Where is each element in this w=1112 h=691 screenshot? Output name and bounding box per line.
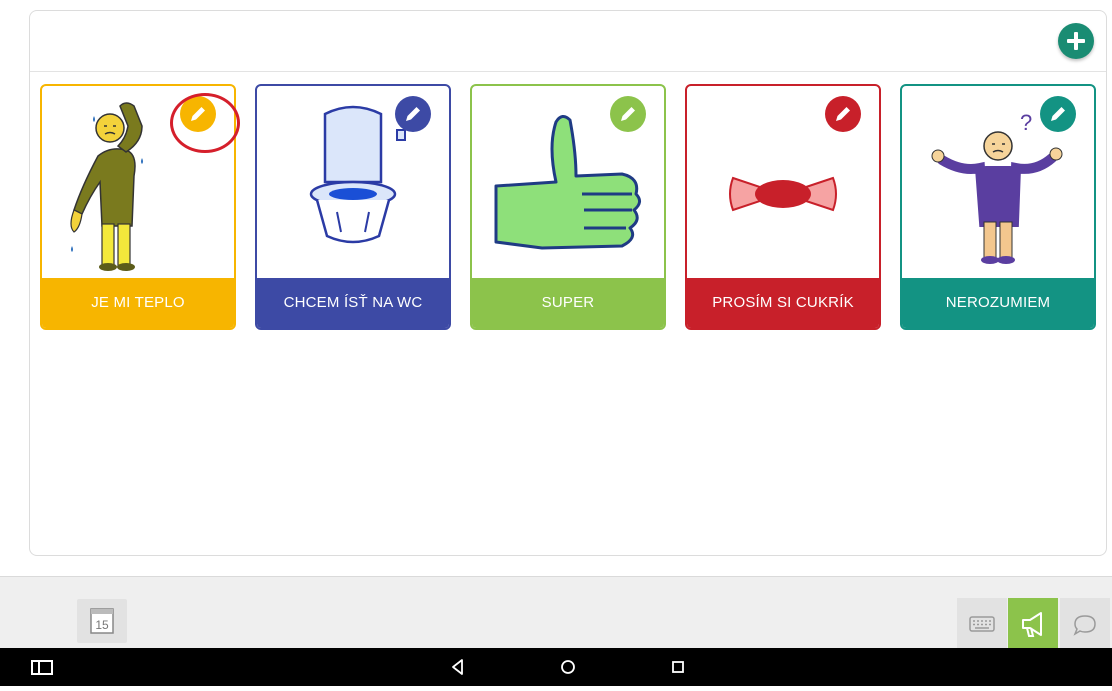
- edit-card-button[interactable]: [610, 96, 646, 132]
- edit-card-button[interactable]: [1040, 96, 1076, 132]
- speech-bubble-icon: [1073, 615, 1096, 636]
- calendar-day: 15: [95, 618, 109, 632]
- edit-card-button[interactable]: [395, 96, 431, 132]
- calendar-icon: 15: [90, 608, 114, 634]
- megaphone-icon: [1022, 612, 1042, 637]
- card-label: JE MI TEPLO: [42, 278, 234, 328]
- back-icon[interactable]: [438, 648, 478, 686]
- svg-text:?: ?: [1020, 110, 1032, 135]
- card-super[interactable]: SUPER: [470, 84, 666, 330]
- card-label: NEROZUMIEM: [902, 278, 1094, 328]
- highlight-circle: [170, 93, 240, 153]
- panel-divider: [30, 71, 1106, 72]
- card-label: PROSÍM SI CUKRÍK: [687, 278, 879, 328]
- pencil-icon: [395, 96, 431, 132]
- speak-button[interactable]: [1008, 598, 1058, 650]
- home-icon[interactable]: [548, 648, 588, 686]
- android-navigation-bar: [0, 648, 1112, 686]
- recents-window-icon[interactable]: [22, 648, 62, 686]
- overview-icon[interactable]: [658, 648, 698, 686]
- pencil-icon: [825, 96, 861, 132]
- card-nerozumiem[interactable]: ? NEROZUMIEM: [900, 84, 1096, 330]
- keyboard-icon: [969, 616, 995, 632]
- add-card-button[interactable]: [1058, 23, 1094, 59]
- card-label: SUPER: [472, 278, 664, 328]
- card-prosim-si-cukrik[interactable]: PROSÍM SI CUKRÍK: [685, 84, 881, 330]
- plus-icon: [1067, 32, 1085, 50]
- keyboard-button[interactable]: [957, 598, 1007, 650]
- card-label: CHCEM ÍSŤ NA WC: [257, 278, 449, 328]
- calendar-button[interactable]: 15: [77, 599, 127, 643]
- edit-card-button[interactable]: [825, 96, 861, 132]
- card-chcem-ist-na-wc[interactable]: CHCEM ÍSŤ NA WC: [255, 84, 451, 330]
- bottom-toolbar: 15: [0, 576, 1112, 650]
- pencil-icon: [610, 96, 646, 132]
- chat-button[interactable]: [1060, 598, 1110, 650]
- pencil-icon: [1040, 96, 1076, 132]
